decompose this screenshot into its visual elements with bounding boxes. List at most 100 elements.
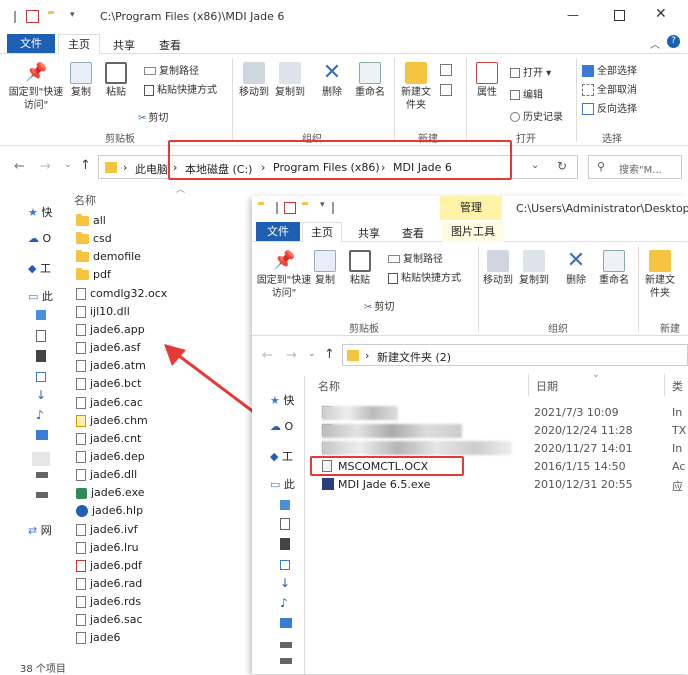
history-button[interactable]: 历史记录	[510, 108, 563, 123]
nav-video-icon[interactable]	[280, 518, 290, 530]
tab-home[interactable]: 主页	[58, 34, 100, 54]
list-item[interactable]: jade6.dll	[76, 468, 137, 486]
list-item[interactable]: jade6.bct	[76, 377, 141, 395]
select-none-button[interactable]: 全部取消	[582, 81, 637, 96]
list-item[interactable]: jade6.chm	[76, 414, 148, 432]
delete-button[interactable]: ✕ 删除	[562, 250, 590, 287]
breadcrumb-new-folder[interactable]: 新建文件夹 (2)	[377, 349, 451, 365]
list-item[interactable]: jade6.pdf	[76, 559, 142, 577]
pin-quick-access-button[interactable]: 📌 固定到"快速访问"	[8, 62, 64, 112]
nav-download-icon[interactable]: ↓	[280, 576, 290, 590]
tab-share[interactable]: 共享	[113, 37, 135, 53]
list-item[interactable]: jade6.cac	[76, 396, 143, 414]
nav-drive-icon[interactable]	[280, 658, 292, 664]
rename-button[interactable]: 重命名	[594, 250, 634, 287]
nav-work[interactable]: ◆ 工	[270, 448, 293, 464]
paste-button[interactable]: 粘贴	[344, 250, 376, 287]
copy-to-button[interactable]: 复制到	[272, 62, 308, 99]
up-arrow-icon[interactable]: ↑	[324, 347, 335, 362]
easy-access-icon[interactable]	[440, 84, 452, 96]
nav-music-icon[interactable]: ♪	[36, 408, 44, 422]
list-item[interactable]: jade6.lru	[76, 541, 139, 559]
nav-onedrive[interactable]: ☁ O	[270, 420, 293, 433]
tab-picture-tools[interactable]: 图片工具	[442, 222, 504, 242]
list-item[interactable]: pdf	[76, 268, 111, 286]
nav-quick-access[interactable]: ★ 快	[28, 204, 52, 220]
nav-video-icon[interactable]	[36, 330, 46, 342]
context-tab-manage[interactable]: 管理	[440, 196, 502, 220]
nav-drive-icon[interactable]	[36, 472, 48, 478]
cut-button[interactable]: ✂ 剪切	[364, 298, 394, 313]
move-to-button[interactable]: 移动到	[236, 62, 272, 99]
nav-doc-icon[interactable]	[280, 560, 290, 570]
forward-arrow-icon[interactable]: →	[40, 159, 51, 174]
refresh-icon[interactable]: ↻	[557, 159, 567, 173]
paste-button[interactable]: 粘贴	[100, 62, 132, 99]
new-folder-button[interactable]: 新建文件夹	[398, 62, 434, 112]
properties-button[interactable]: 属性	[470, 62, 504, 99]
back-arrow-icon[interactable]: ←	[14, 159, 25, 174]
list-item[interactable]: csd	[76, 232, 112, 250]
copy-button[interactable]: 复制	[66, 62, 96, 99]
list-item[interactable]: jade6.sac	[76, 613, 143, 631]
new-folder-button[interactable]: 新建文件夹	[642, 250, 678, 300]
nav-music-icon[interactable]: ♪	[280, 596, 288, 610]
nav-network[interactable]: ⇄ 网	[28, 522, 52, 538]
list-item[interactable]: all	[76, 214, 106, 232]
help-icon[interactable]: ?	[667, 35, 680, 48]
tab-file[interactable]: 文件	[7, 34, 55, 53]
nav-drive-icon[interactable]	[36, 492, 48, 498]
tab-view[interactable]: 查看	[159, 37, 181, 53]
copy-path-button[interactable]: 复制路径	[388, 250, 443, 265]
invert-selection-button[interactable]: 反向选择	[582, 100, 637, 115]
tab-home[interactable]: 主页	[302, 222, 342, 242]
close-button[interactable]: ✕	[655, 6, 667, 22]
list-item[interactable]: jade6	[76, 631, 121, 649]
nav-desktop-icon[interactable]	[36, 430, 48, 440]
copy-path-button[interactable]: 复制路径	[144, 62, 199, 77]
nav-drive-icon[interactable]	[32, 452, 50, 466]
edit-button[interactable]: 编辑	[510, 86, 543, 101]
recent-dropdown-icon[interactable]: ⌄	[308, 349, 316, 359]
back-arrow-icon[interactable]: ←	[262, 348, 273, 363]
list-item[interactable]: jade6.dep	[76, 450, 145, 468]
list-item[interactable]: jade6.atm	[76, 359, 146, 377]
list-item[interactable]: jade6.rds	[76, 595, 141, 613]
pin-quick-access-button[interactable]: 📌 固定到"快速访问"	[256, 250, 312, 300]
list-item[interactable]: ijl10.dll	[76, 305, 130, 323]
move-to-button[interactable]: 移动到	[480, 250, 516, 287]
nav-doc-icon[interactable]	[36, 372, 46, 382]
ribbon-collapse-icon[interactable]: ︿	[650, 36, 660, 51]
list-item[interactable]: jade6.exe	[76, 486, 145, 504]
delete-button[interactable]: ✕ 删除	[318, 62, 346, 99]
nav-drive-icon[interactable]	[280, 642, 292, 648]
nav-object-icon[interactable]	[280, 500, 290, 510]
nav-image-icon[interactable]	[280, 538, 290, 550]
back-col-name[interactable]: 名称	[74, 192, 96, 208]
address-dropdown-icon[interactable]: ⌄	[531, 160, 539, 171]
list-item[interactable]: jade6.ivf	[76, 523, 137, 541]
list-item[interactable]: comdlg32.ocx	[76, 287, 167, 305]
front-col-type[interactable]: 类	[672, 378, 683, 394]
front-col-date[interactable]: 日期	[536, 378, 558, 394]
nav-this-pc[interactable]: ▭ 此	[28, 288, 53, 304]
new-item-icon[interactable]	[440, 64, 452, 76]
address-bar[interactable]: › 新建文件夹 (2)	[342, 344, 688, 366]
nav-work[interactable]: ◆ 工	[28, 260, 51, 276]
forward-arrow-icon[interactable]: →	[286, 348, 297, 363]
list-item[interactable]: jade6.hlp	[76, 504, 143, 522]
tab-share[interactable]: 共享	[358, 225, 380, 241]
search-box[interactable]: ⚲ 搜索"M...	[588, 155, 682, 179]
tab-file[interactable]: 文件	[256, 222, 300, 241]
copy-button[interactable]: 复制	[310, 250, 340, 287]
paste-shortcut-button[interactable]: 粘贴快捷方式	[144, 81, 217, 96]
select-all-button[interactable]: 全部选择	[582, 62, 637, 77]
list-item[interactable]: jade6.rad	[76, 577, 142, 595]
nav-object-icon[interactable]	[36, 310, 46, 320]
front-col-name[interactable]: 名称	[318, 378, 340, 394]
list-item[interactable]: jade6.cnt	[76, 432, 141, 450]
qat-dropdown-icon[interactable]: ▾	[70, 10, 75, 20]
nav-download-icon[interactable]: ↓	[36, 388, 46, 402]
breadcrumb-this-pc[interactable]: 此电脑	[135, 161, 168, 177]
maximize-button[interactable]	[614, 10, 625, 21]
